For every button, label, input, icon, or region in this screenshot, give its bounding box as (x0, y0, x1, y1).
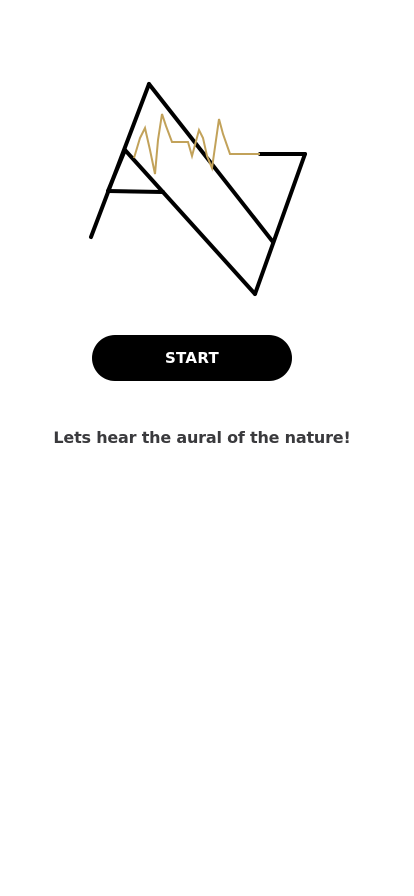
logo-inner-left-stroke (106, 148, 127, 193)
start-button[interactable]: START (92, 335, 292, 381)
logo-lower-diagonal-stroke (123, 148, 257, 296)
welcome-screen: START Lets hear the aural of the nature! (0, 0, 414, 896)
logo-right-stroke (253, 152, 307, 296)
mountain-soundwave-logo-icon (89, 82, 307, 296)
tagline-text: Lets hear the aural of the nature! (53, 428, 351, 447)
logo-crossbar-stroke (106, 189, 165, 194)
